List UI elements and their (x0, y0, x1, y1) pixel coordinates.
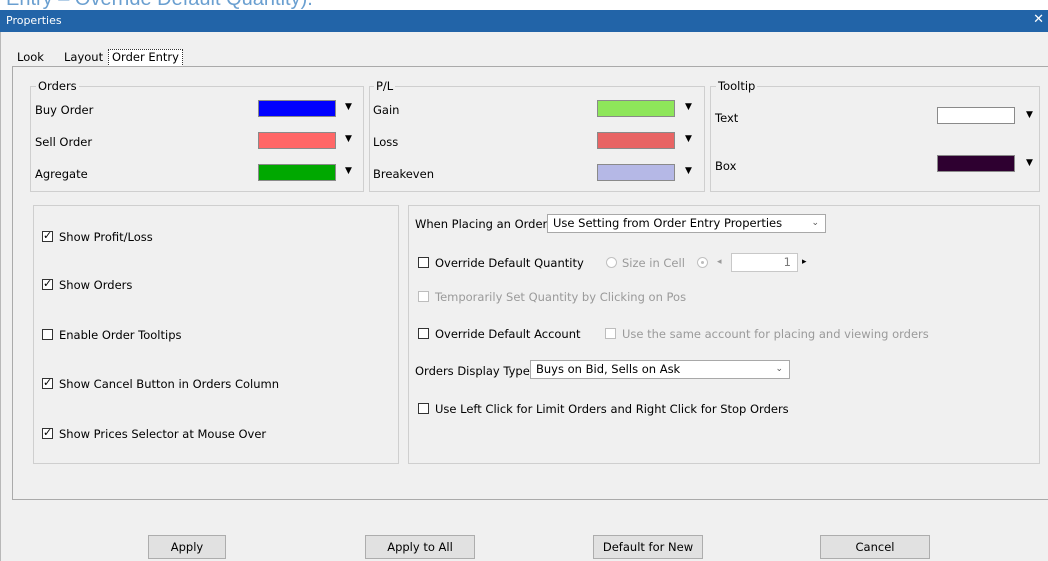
tab-layout[interactable]: Layout (61, 49, 106, 65)
tooltip-text-dropdown-icon[interactable]: ▼ (1026, 110, 1033, 120)
enable-order-tooltips-label: Enable Order Tooltips (59, 328, 182, 342)
size-in-cell-radio[interactable] (606, 257, 617, 268)
placing-order-value: Use Setting from Order Entry Properties (553, 216, 783, 230)
aggregate-dropdown-icon[interactable]: ▼ (345, 166, 352, 176)
tooltip-box-label: Box (715, 159, 737, 173)
cancel-button[interactable]: Cancel (820, 535, 930, 559)
aggregate-label: Agregate (35, 167, 88, 181)
same-account-checkbox[interactable] (605, 328, 616, 339)
show-profit-loss-label: Show Profit/Loss (59, 230, 153, 244)
left-click-limit-label: Use Left Click for Limit Orders and Righ… (435, 402, 789, 416)
orders-display-type-value: Buys on Bid, Sells on Ask (536, 362, 681, 376)
apply-to-all-button[interactable]: Apply to All (365, 535, 475, 559)
tab-order-entry[interactable]: Order Entry (108, 49, 183, 67)
size-in-cell-label: Size in Cell (622, 256, 685, 270)
orders-display-type-select[interactable]: Buys on Bid, Sells on Ask ⌄ (530, 360, 790, 379)
aggregate-color-swatch[interactable] (258, 164, 336, 181)
window-title: Properties (6, 14, 62, 27)
breakeven-label: Breakeven (373, 167, 434, 181)
show-cancel-button-checkbox[interactable] (42, 376, 53, 389)
chevron-down-icon: ⌄ (775, 364, 783, 374)
default-for-new-button[interactable]: Default for New (593, 535, 703, 559)
loss-color-swatch[interactable] (597, 132, 675, 149)
show-prices-selector-checkbox[interactable] (42, 426, 53, 439)
chevron-down-icon: ⌄ (811, 218, 819, 228)
tooltip-box-color-swatch[interactable] (937, 155, 1015, 172)
placing-order-select[interactable]: Use Setting from Order Entry Properties … (547, 214, 826, 233)
gain-dropdown-icon[interactable]: ▼ (685, 102, 692, 112)
show-prices-selector-label: Show Prices Selector at Mouse Over (59, 427, 267, 441)
quantity-input[interactable]: 1 (731, 253, 798, 272)
orders-legend: Orders (36, 79, 79, 93)
breakeven-dropdown-icon[interactable]: ▼ (685, 166, 692, 176)
tooltip-legend: Tooltip (716, 79, 758, 93)
show-profit-loss-checkbox[interactable] (42, 229, 53, 242)
sell-order-dropdown-icon[interactable]: ▼ (345, 134, 352, 144)
tooltip-box-dropdown-icon[interactable]: ▼ (1026, 158, 1033, 168)
tab-look[interactable]: Look (14, 49, 47, 65)
close-icon[interactable]: ✕ (1033, 12, 1044, 27)
show-orders-label: Show Orders (59, 278, 133, 292)
breakeven-color-swatch[interactable] (597, 164, 675, 181)
override-default-quantity-checkbox[interactable] (418, 257, 429, 268)
override-default-account-checkbox[interactable] (418, 328, 429, 339)
buy-order-dropdown-icon[interactable]: ▼ (345, 102, 352, 112)
gain-color-swatch[interactable] (597, 100, 675, 117)
tooltip-group (710, 86, 1040, 192)
override-default-quantity-label: Override Default Quantity (435, 256, 584, 270)
loss-dropdown-icon[interactable]: ▼ (685, 134, 692, 144)
tooltip-text-color-swatch[interactable] (937, 107, 1015, 124)
placing-order-label: When Placing an Order (415, 217, 548, 231)
sell-order-label: Sell Order (35, 135, 93, 149)
buy-order-label: Buy Order (35, 103, 94, 117)
buy-order-color-swatch[interactable] (258, 100, 336, 117)
tooltip-text-label: Text (715, 111, 739, 125)
loss-label: Loss (373, 135, 399, 149)
quantity-radio[interactable] (697, 257, 708, 268)
increment-icon[interactable]: ▸ (802, 257, 807, 267)
pl-legend: P/L (374, 79, 396, 93)
same-account-label: Use the same account for placing and vie… (622, 327, 929, 341)
sell-order-color-swatch[interactable] (258, 132, 336, 149)
left-click-limit-checkbox[interactable] (418, 403, 429, 414)
decrement-icon[interactable]: ◂ (717, 257, 722, 267)
gain-label: Gain (373, 103, 400, 117)
temporarily-set-quantity-label: Temporarily Set Quantity by Clicking on … (435, 290, 687, 304)
title-bar: Properties ✕ (0, 10, 1048, 32)
enable-order-tooltips-checkbox[interactable] (42, 329, 53, 340)
temporarily-set-quantity-checkbox[interactable] (418, 291, 429, 302)
show-orders-checkbox[interactable] (42, 277, 53, 290)
show-cancel-button-label: Show Cancel Button in Orders Column (59, 377, 279, 391)
apply-button[interactable]: Apply (148, 535, 226, 559)
orders-display-type-label: Orders Display Type (415, 364, 530, 378)
override-default-account-label: Override Default Account (435, 327, 581, 341)
